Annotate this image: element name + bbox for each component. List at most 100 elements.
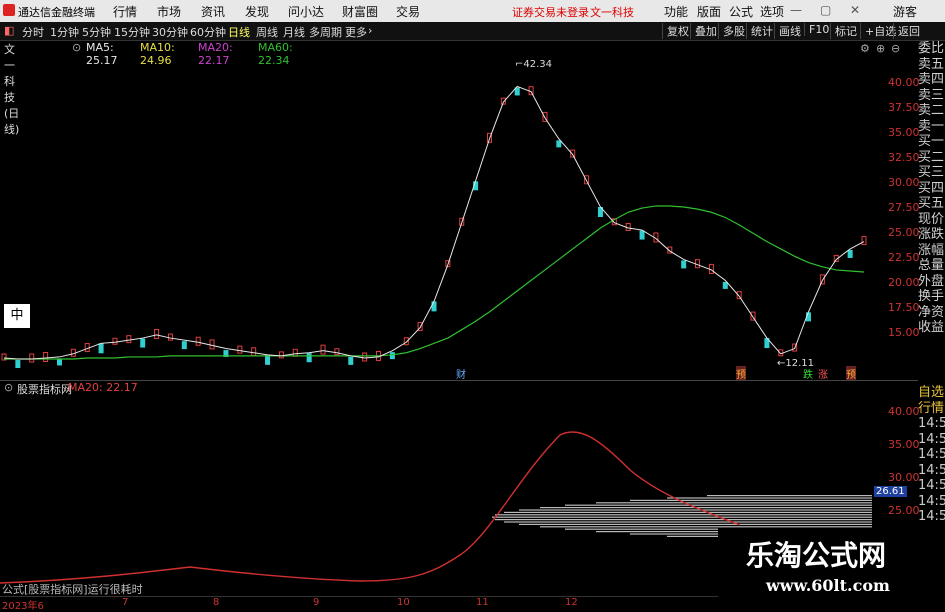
gear-icon[interactable]: ⚙ (860, 42, 870, 55)
candle (15, 360, 21, 369)
zhong-label[interactable]: 中 (4, 304, 30, 328)
menu-gongneng[interactable]: 功能 (664, 3, 688, 20)
menu-jiaoyi[interactable]: 交易 (396, 3, 420, 20)
indicator-tick: 35.00 (888, 438, 920, 451)
tool-fanhui[interactable]: 返回 (893, 23, 920, 39)
menu-banmian[interactable]: 版面 (697, 3, 721, 20)
zoom-out-icon[interactable]: ⊖ (891, 42, 900, 55)
sidebar-item-15[interactable]: 外盘 (918, 274, 945, 290)
sidebar-item-7[interactable]: 买二 (918, 150, 945, 166)
time-item-1[interactable]: 行情 (918, 401, 945, 417)
sidebar-item-18[interactable]: 收益 (918, 320, 945, 336)
sidebar-item-5[interactable]: 卖一 (918, 119, 945, 135)
sidebar-item-10[interactable]: 买五 (918, 196, 945, 212)
sidebar-item-6[interactable]: 买一 (918, 134, 945, 150)
indicator-ma20: MA20: 22.17 (68, 381, 138, 394)
price-tick: 25.00 (888, 226, 920, 239)
tool-biaoji[interactable]: 标记 (830, 23, 857, 39)
candle (334, 348, 340, 356)
candle (861, 236, 867, 246)
period-daily[interactable]: 日线 (228, 24, 250, 40)
price-chart[interactable] (0, 55, 918, 380)
guest-label[interactable]: 游客 (893, 3, 917, 20)
price-tick: 15.00 (888, 326, 920, 339)
menu-gongshi[interactable]: 公式 (729, 3, 753, 20)
login-warning[interactable]: 证券交易未登录 (512, 4, 589, 20)
candle (167, 333, 173, 341)
sidebar-item-11[interactable]: 现价 (918, 212, 945, 228)
period-more[interactable]: 更多 (345, 24, 367, 40)
menu-shichang[interactable]: 市场 (157, 3, 181, 20)
candle (639, 230, 645, 240)
menu-caifuquan[interactable]: 财富圈 (342, 3, 378, 20)
period-5min[interactable]: 5分钟 (82, 24, 111, 40)
candle (306, 353, 312, 363)
sidebar-item-9[interactable]: 买四 (918, 181, 945, 197)
time-item-0[interactable]: 自选 (918, 385, 945, 401)
period-fenshi[interactable]: 分时 (22, 24, 44, 40)
volume-profile-bar (540, 507, 872, 509)
tool-tongji[interactable]: 统计 (746, 23, 773, 39)
time-item-2[interactable]: 14:56 (918, 416, 945, 432)
indicator-collapse-icon[interactable]: ⊙ (4, 381, 13, 394)
close-icon[interactable]: ✕ (850, 3, 860, 17)
back-icon[interactable]: ◧ (4, 24, 14, 37)
tool-f10[interactable]: F10 (804, 23, 829, 36)
sidebar-item-4[interactable]: 卖二 (918, 103, 945, 119)
high-price-annotation: ⌐42.34 (515, 59, 553, 70)
volume-profile-bar (707, 495, 872, 497)
sidebar-item-2[interactable]: 卖四 (918, 72, 945, 88)
tool-duogu[interactable]: 多股 (718, 23, 745, 39)
event-tag-yu-2[interactable]: 预 (846, 366, 856, 381)
sidebar-item-14[interactable]: 总量 (918, 258, 945, 274)
tool-zixuan[interactable]: +自选 (860, 23, 896, 39)
sidebar-item-13[interactable]: 涨幅 (918, 243, 945, 259)
minimize-icon[interactable]: — (790, 3, 802, 17)
indicator-tick: 30.00 (888, 471, 920, 484)
watermark: 乐淘公式网 www.60lt.com (718, 528, 918, 598)
sidebar-item-1[interactable]: 卖五 (918, 57, 945, 73)
tool-fuquan[interactable]: 复权 (662, 23, 689, 39)
menu-wenxiaoda[interactable]: 问小达 (288, 3, 324, 20)
zoom-in-icon[interactable]: ⊕ (876, 42, 885, 55)
period-weekly[interactable]: 周线 (256, 24, 278, 40)
restore-icon[interactable]: ▢ (820, 3, 831, 17)
volume-profile-bar (504, 521, 872, 523)
volume-profile-bar (519, 509, 872, 511)
event-tag-cai[interactable]: 财 (456, 366, 466, 381)
period-15min[interactable]: 15分钟 (114, 24, 150, 40)
menu-faxian[interactable]: 发现 (245, 3, 269, 20)
chevron-right-icon[interactable]: › (368, 24, 372, 37)
tool-diejia[interactable]: 叠加 (690, 23, 717, 39)
period-60min[interactable]: 60分钟 (190, 24, 226, 40)
period-30min[interactable]: 30分钟 (152, 24, 188, 40)
time-item-6[interactable]: 14:56 (918, 478, 945, 494)
tool-huaxian[interactable]: 画线 (774, 23, 801, 39)
sidebar-item-0[interactable]: 委比 (918, 41, 945, 57)
menu-xuanxiang[interactable]: 选项 (760, 3, 784, 20)
period-1min[interactable]: 1分钟 (50, 24, 79, 40)
price-tick: 40.00 (888, 76, 920, 89)
time-item-3[interactable]: 14:56 (918, 432, 945, 448)
menu-hangqing[interactable]: 行情 (113, 3, 137, 20)
sidebar-item-17[interactable]: 净资 (918, 305, 945, 321)
time-item-8[interactable]: 14:56 (918, 509, 945, 525)
period-multi[interactable]: 多周期 (309, 24, 342, 40)
time-item-7[interactable]: 14:56 (918, 494, 945, 510)
event-tag-zhang[interactable]: 涨 (818, 366, 828, 381)
sidebar-item-16[interactable]: 换手 (918, 289, 945, 305)
collapse-icon[interactable]: ⊙ (72, 41, 81, 54)
time-item-4[interactable]: 14:56 (918, 447, 945, 463)
menu-zixun[interactable]: 资讯 (201, 3, 225, 20)
x-tick-12: 12 (565, 597, 578, 608)
candle (98, 343, 104, 354)
volume-profile-bar (495, 514, 872, 516)
period-monthly[interactable]: 月线 (283, 24, 305, 40)
event-tag-yu[interactable]: 预 (736, 366, 746, 381)
current-value-tag: 26.61 (874, 486, 907, 497)
event-tag-die[interactable]: 跌 (803, 366, 813, 381)
sidebar-item-12[interactable]: 涨跌 (918, 227, 945, 243)
time-item-5[interactable]: 14:56 (918, 463, 945, 479)
sidebar-item-8[interactable]: 买三 (918, 165, 945, 181)
sidebar-item-3[interactable]: 卖三 (918, 88, 945, 104)
